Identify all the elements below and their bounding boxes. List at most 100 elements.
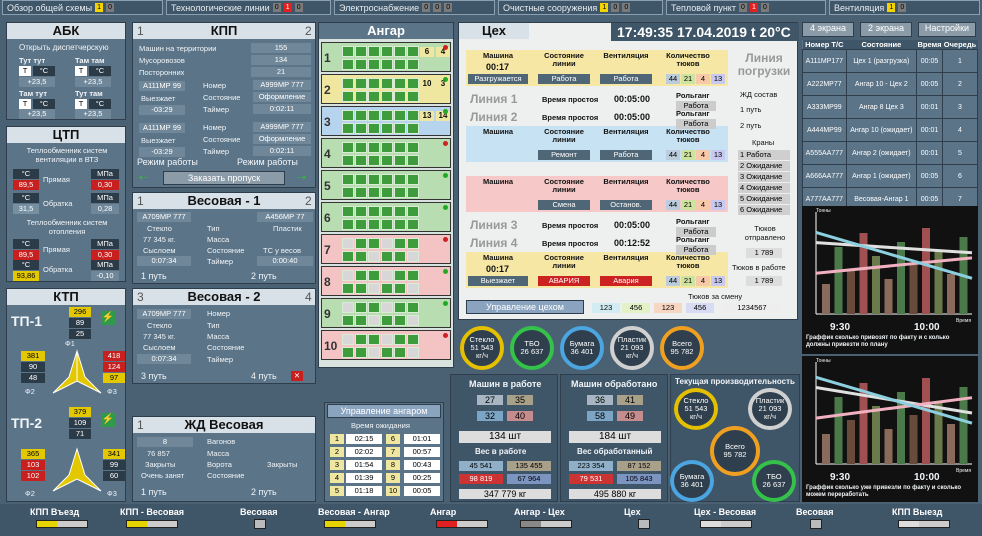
bay-cell bbox=[381, 219, 393, 230]
two-screens-button[interactable]: 2 экрана bbox=[860, 22, 912, 37]
ctp-panel: ЦТП Теплообменник систем вентиляции в ВТ… bbox=[6, 126, 126, 282]
chart-bar bbox=[922, 228, 930, 314]
clock: 17:49:35 17.04.2019 t 20°C bbox=[611, 23, 799, 41]
flow-stage-label: КПП Въезд bbox=[30, 507, 80, 517]
chart-bar bbox=[884, 279, 893, 314]
line-status-block[interactable]: Машина Состояние линии Вентиляция Количеств… bbox=[466, 50, 728, 86]
hangar-number: 4 bbox=[324, 147, 331, 161]
table-row[interactable]: А222МР77 Ангар 10 - Цех 2 00:05 2 bbox=[802, 72, 979, 96]
flow-level-bar bbox=[36, 520, 88, 528]
tab-heat-point[interactable]: Тепловой пункт 0 1 0 bbox=[666, 0, 826, 15]
wait-hangar-number: 4 bbox=[330, 473, 344, 483]
hangar-row[interactable]: 3 13 14 bbox=[321, 106, 451, 136]
hangar-row[interactable]: 2 10 3 bbox=[321, 74, 451, 104]
hangar-mgmt-button[interactable]: Управление ангаром bbox=[327, 404, 441, 418]
crane-status: 1 Работа bbox=[738, 150, 790, 160]
chart-bar bbox=[897, 242, 905, 314]
bay-cell bbox=[381, 334, 393, 345]
bay-cell bbox=[394, 78, 406, 89]
bay-cell bbox=[381, 123, 393, 134]
chart-bar bbox=[822, 434, 830, 464]
order-pass-button[interactable]: Заказать пропуск bbox=[163, 171, 285, 185]
chart-bar bbox=[822, 284, 830, 314]
bay-cell bbox=[381, 302, 393, 313]
gauge: ТБО 26 637 bbox=[510, 326, 554, 370]
tab-overview[interactable]: Обзор общей схемы 1 0 bbox=[2, 0, 163, 15]
tp1-label: ТП-1 bbox=[11, 313, 43, 329]
line-status-block[interactable]: Машина Состояние линии Вентиляция Количеств… bbox=[466, 176, 728, 212]
bay-cell bbox=[342, 315, 354, 326]
chart-bar bbox=[884, 429, 893, 464]
tab-power[interactable]: Электроснабжение 0 0 0 bbox=[334, 0, 495, 15]
alarm-badge: 1 bbox=[283, 3, 292, 12]
bay-cell bbox=[407, 347, 419, 358]
bay-cell bbox=[368, 347, 380, 358]
open-dispatch-link[interactable]: Открыть диспетчерскую bbox=[19, 43, 109, 52]
bay-cell bbox=[407, 59, 419, 70]
bay-cell bbox=[368, 283, 380, 294]
flow-level-fill bbox=[437, 521, 457, 527]
bay-cell bbox=[407, 46, 419, 57]
arrow-right-icon: ⇢ bbox=[297, 172, 307, 184]
hangar-row[interactable]: 6 bbox=[321, 202, 451, 232]
bay-cell bbox=[342, 123, 354, 134]
bay-cell bbox=[342, 59, 354, 70]
tab-ventilation[interactable]: Вентиляция 1 0 bbox=[829, 0, 980, 15]
tab-tech-lines[interactable]: Технологические линии 0 1 0 bbox=[166, 0, 331, 15]
hangar-row[interactable]: 7 bbox=[321, 234, 451, 264]
bay-cell bbox=[407, 238, 419, 249]
hangar-row[interactable]: 164 bbox=[321, 42, 451, 72]
table-row[interactable]: А555АА777 Ангар 2 (ожидает) 00:01 5 bbox=[802, 141, 979, 165]
flow-stage-label: Весовая bbox=[240, 507, 278, 517]
bay-cell bbox=[342, 334, 354, 345]
flow-stage-label: Ангар - Цех bbox=[514, 507, 565, 517]
bay-cell bbox=[355, 174, 367, 185]
hangar-row[interactable]: 10 bbox=[321, 330, 451, 360]
tsekh-mgmt-button[interactable]: Управление цехом bbox=[466, 300, 584, 314]
bay-cell bbox=[381, 91, 393, 102]
flow-level-fill bbox=[701, 521, 721, 527]
table-row[interactable]: А111МР177 Цех 1 (разгрузка) 00:05 1 bbox=[802, 49, 979, 73]
table-row[interactable]: А444МР99 Ангар 10 (ожидает) 00:01 4 bbox=[802, 118, 979, 142]
status-led bbox=[443, 141, 448, 146]
table-row[interactable]: А333МР99 Ангар 8 Цех 3 00:01 3 bbox=[802, 95, 979, 119]
bay-cell bbox=[381, 46, 393, 57]
hangar-row[interactable]: 9 bbox=[321, 298, 451, 328]
bay-cell bbox=[394, 59, 406, 70]
crane-status: 2 Ожидание bbox=[738, 161, 790, 171]
wait-hangar-number: 9 bbox=[386, 473, 400, 483]
chart-bar bbox=[909, 265, 918, 314]
bay-cell bbox=[381, 142, 393, 153]
wait-hangar-number: 7 bbox=[386, 447, 400, 457]
four-screens-button[interactable]: 4 экрана bbox=[802, 22, 854, 37]
abk-title: АБК bbox=[7, 23, 125, 39]
hangar-number: 2 bbox=[324, 83, 331, 97]
status-led bbox=[443, 333, 448, 338]
bay-cell bbox=[407, 302, 419, 313]
wait-time: 02:02 bbox=[346, 447, 382, 457]
bay-cell bbox=[342, 283, 354, 294]
bay-cell bbox=[368, 302, 380, 313]
hangar-row[interactable]: 5 bbox=[321, 170, 451, 200]
line-status-block[interactable]: Машина Состояние линии Вентиляция Количеств… bbox=[466, 126, 728, 162]
hangar-row[interactable]: 8 bbox=[321, 266, 451, 296]
tab-treatment[interactable]: Очистные сооружения 1 0 0 bbox=[498, 0, 663, 15]
tp2-phase-diagram bbox=[52, 447, 102, 492]
zd-panel: ЖД Весовая 1 8 Вагонов 76 857 Масса Закрыт… bbox=[132, 416, 316, 502]
line-status-block[interactable]: Машина Состояние линии Вентиляция Количеств… bbox=[466, 252, 728, 288]
bay-cell bbox=[394, 46, 406, 57]
flow-level-fill bbox=[325, 521, 345, 527]
bay-cell bbox=[407, 334, 419, 345]
status-led bbox=[443, 173, 448, 178]
wait-time: 01:01 bbox=[404, 434, 440, 444]
bay-cell bbox=[368, 251, 380, 262]
table-row[interactable]: А666АА777 Ангар 1 (ожидает) 00:05 6 bbox=[802, 164, 979, 188]
settings-button[interactable]: Настройки bbox=[918, 22, 976, 37]
hangar-number: 7 bbox=[324, 243, 331, 257]
wait-time: 01:54 bbox=[346, 460, 382, 470]
bay-cell bbox=[368, 46, 380, 57]
bay-cell bbox=[394, 187, 406, 198]
flow-level-fill bbox=[521, 521, 541, 527]
hangar-row[interactable]: 4 bbox=[321, 138, 451, 168]
bay-cell bbox=[407, 123, 419, 134]
